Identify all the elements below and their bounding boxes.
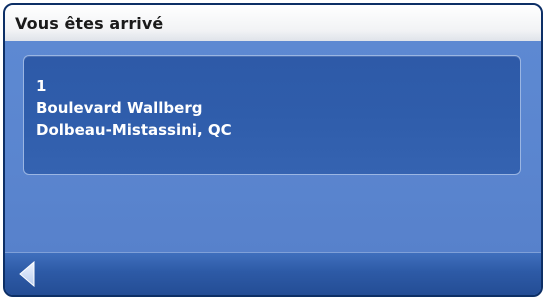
title-bar: Vous êtes arrivé	[5, 5, 541, 42]
back-button[interactable]	[9, 256, 49, 292]
address-city-province: Dolbeau-Mistassini, QC	[36, 121, 232, 139]
bottom-toolbar	[5, 252, 541, 295]
address-street-number: 1	[36, 77, 47, 95]
left-arrow-icon	[19, 261, 35, 287]
address-street-name: Boulevard Wallberg	[36, 99, 203, 117]
app-window: Vous êtes arrivé 1 Boulevard Wallberg Do…	[3, 3, 543, 297]
destination-address-card[interactable]: 1 Boulevard Wallberg Dolbeau-Mistassini,…	[23, 55, 521, 175]
page-title: Vous êtes arrivé	[15, 14, 164, 33]
main-content: 1 Boulevard Wallberg Dolbeau-Mistassini,…	[5, 41, 541, 253]
